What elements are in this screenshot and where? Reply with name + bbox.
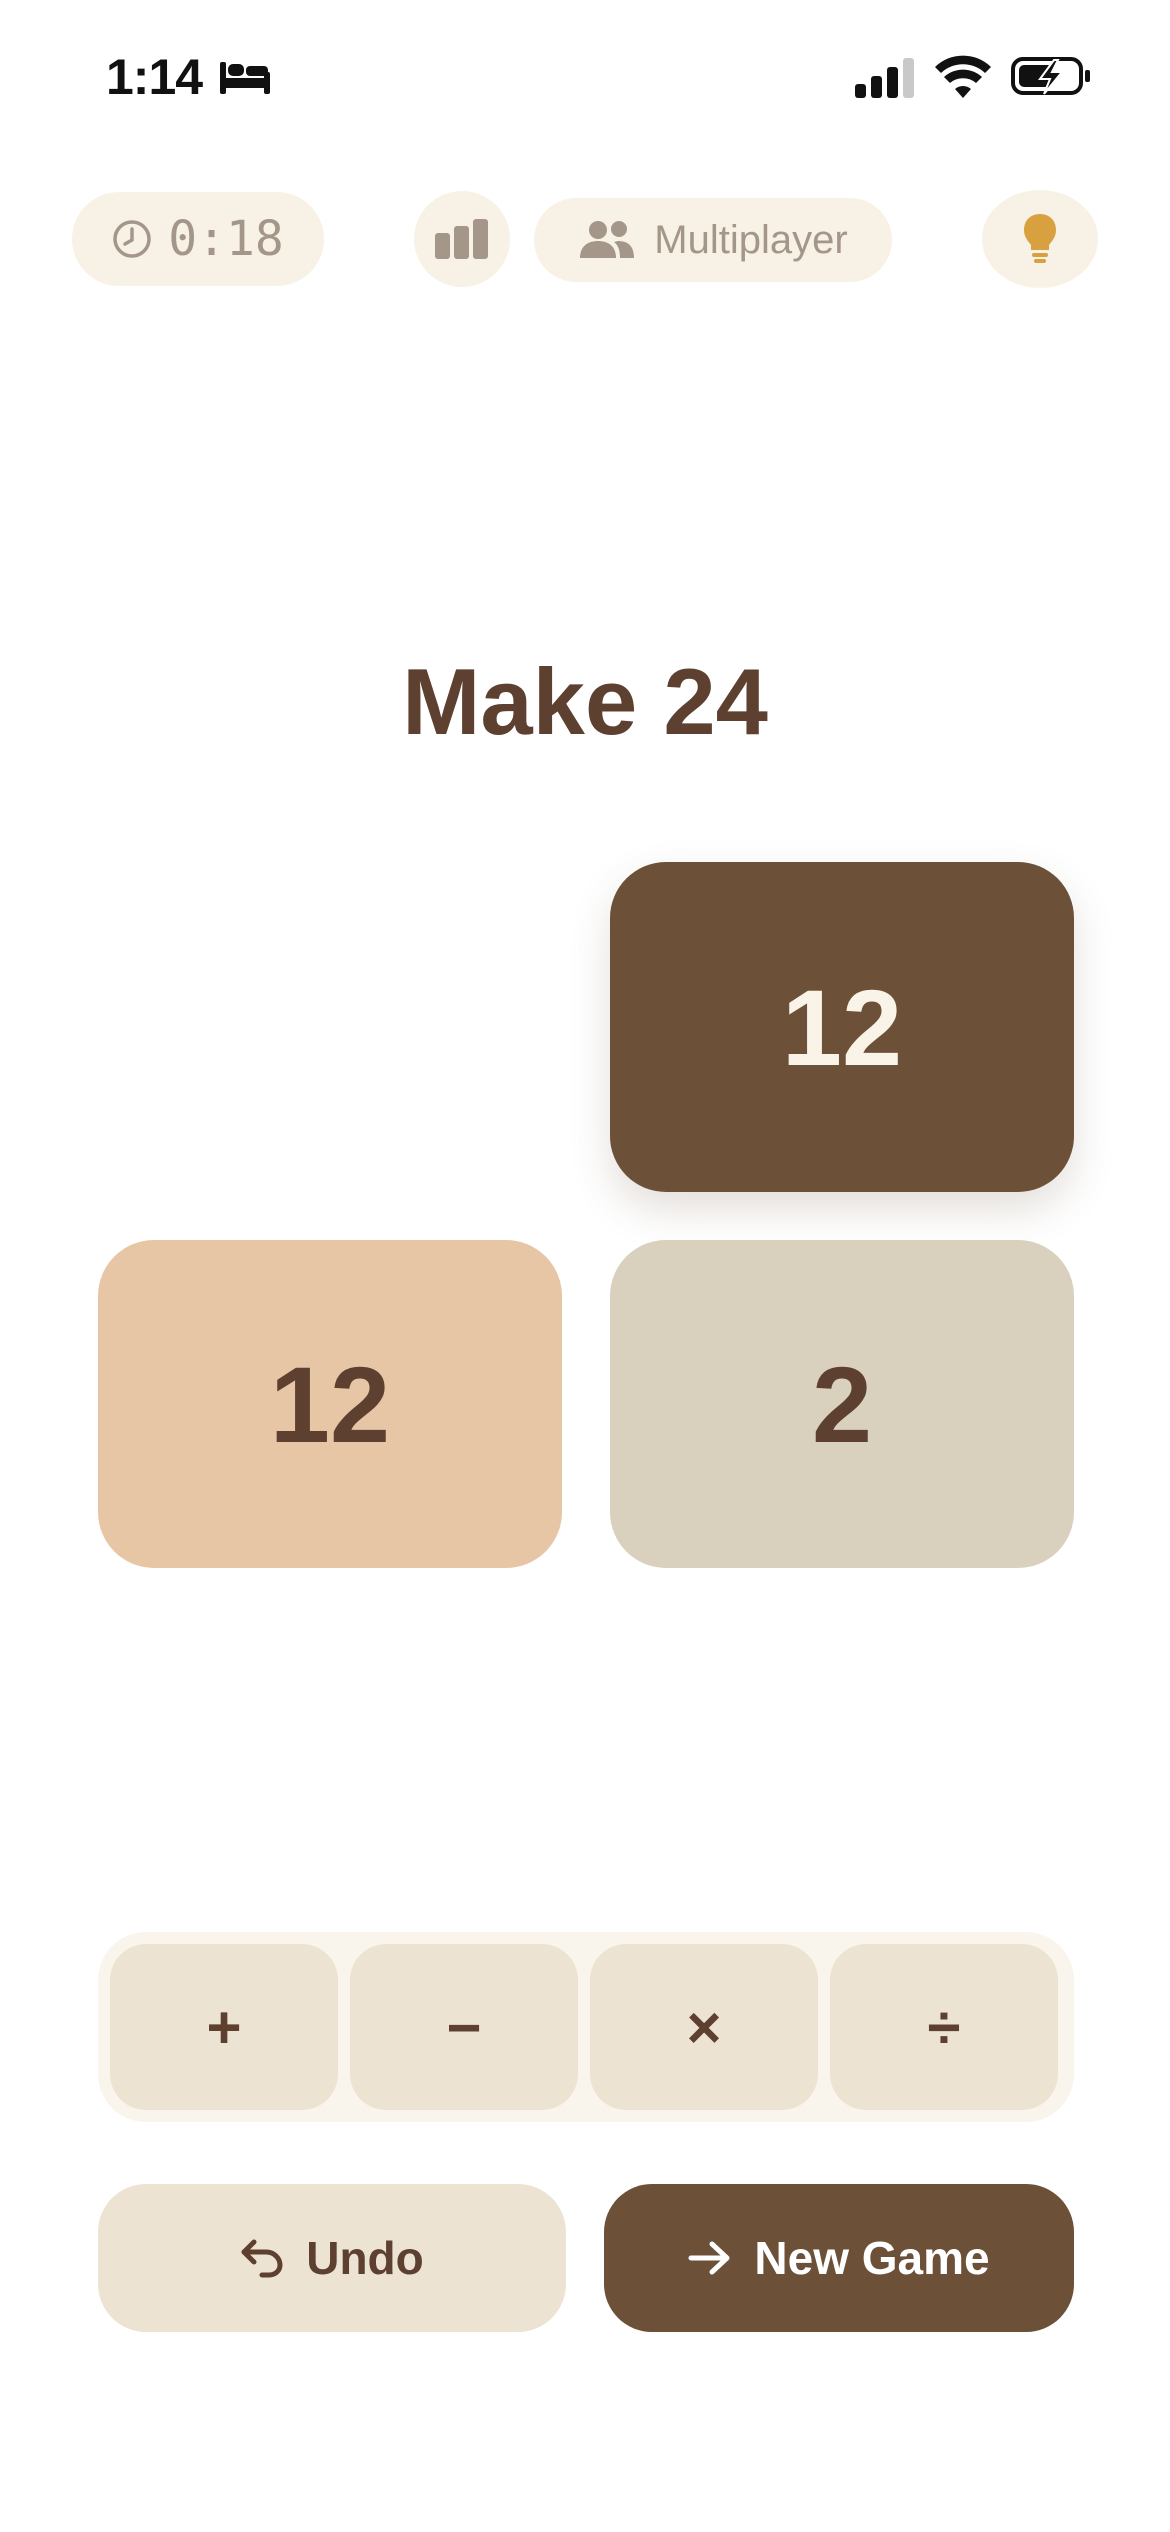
page-title: Make 24 xyxy=(402,649,768,754)
bed-icon xyxy=(220,62,270,94)
timer-value: 0:18 xyxy=(168,211,284,267)
timer-pill: 0:18 xyxy=(72,192,324,286)
bar-chart-icon xyxy=(435,219,488,259)
number-card[interactable]: 2 xyxy=(610,1240,1074,1568)
new-game-button[interactable]: New Game xyxy=(604,2184,1074,2332)
divide-button[interactable]: ÷ xyxy=(830,1944,1058,2110)
multiplayer-label: Multiplayer xyxy=(654,217,848,262)
subtract-button[interactable]: − xyxy=(350,1944,578,2110)
undo-label: Undo xyxy=(306,2232,424,2284)
signal-icon xyxy=(855,58,914,98)
multiplayer-button[interactable]: Multiplayer xyxy=(534,198,892,282)
people-icon xyxy=(580,221,635,258)
number-card-selected[interactable]: 12 xyxy=(610,862,1074,1192)
wifi-icon xyxy=(935,55,991,98)
hint-button[interactable] xyxy=(982,190,1098,288)
undo-arrow-icon xyxy=(241,2239,283,2278)
add-button[interactable]: + xyxy=(110,1944,338,2110)
arrow-right-icon xyxy=(688,2241,730,2275)
undo-button[interactable]: Undo xyxy=(98,2184,566,2332)
status-time: 1:14 xyxy=(106,49,203,105)
new-game-label: New Game xyxy=(754,2232,990,2284)
multiply-button[interactable]: × xyxy=(590,1944,818,2110)
clock-icon xyxy=(113,220,151,258)
number-card[interactable]: 12 xyxy=(98,1240,562,1568)
lightbulb-icon xyxy=(1024,214,1056,263)
stats-button[interactable] xyxy=(414,191,510,287)
battery-charging-icon xyxy=(1011,57,1090,95)
